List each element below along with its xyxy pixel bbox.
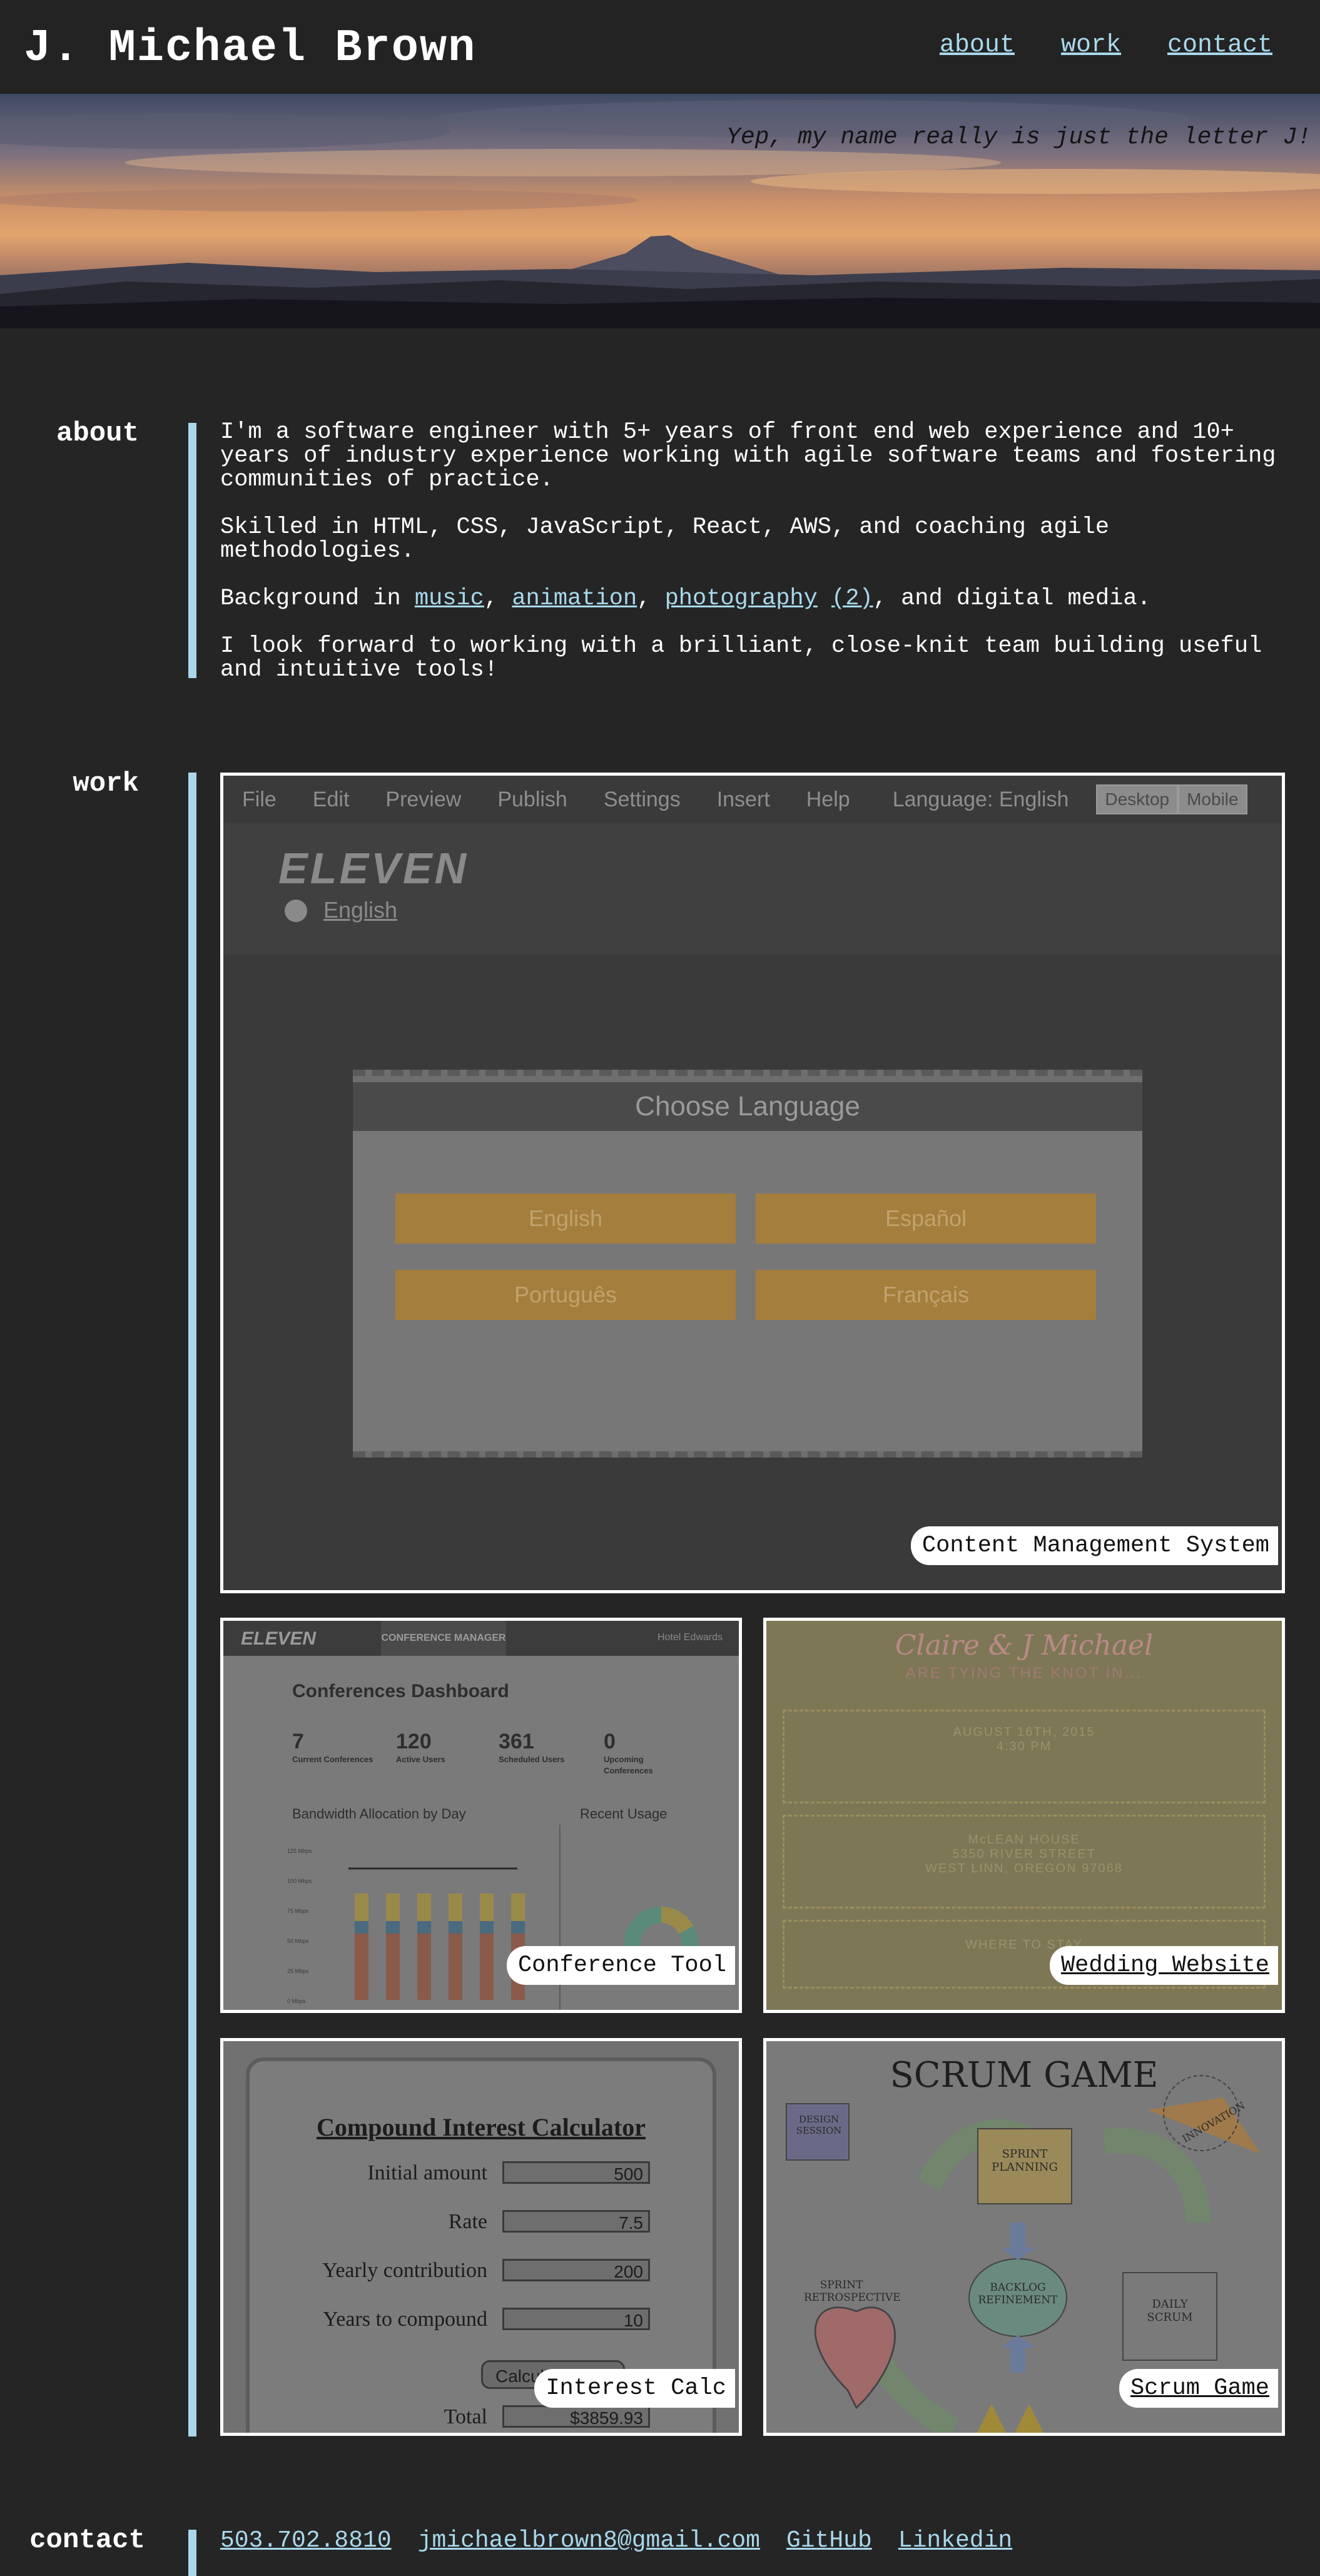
conference-project-card[interactable]: ELEVEN CONFERENCE MANAGER Hotel Edwards … xyxy=(220,1618,742,2013)
stat-scheduled-users: 361 Scheduled Users xyxy=(499,1730,565,1764)
scrum-game-project-card[interactable]: SCRUM GAME DESIGN SESSION SPRINT PLANNIN… xyxy=(763,2038,1285,2436)
conference-card-label[interactable]: Conference Tool xyxy=(506,1946,735,1985)
scrum-node-sprint-planning: SPRINT PLANNING xyxy=(992,2148,1058,2174)
cms-desktop-button: Desktop xyxy=(1096,784,1179,814)
main-nav: about work contact xyxy=(940,31,1272,59)
bandwidth-chart-title: Bandwidth Allocation by Day xyxy=(292,1806,466,1822)
hero-banner: Yep, my name really is just the letter J… xyxy=(0,94,1320,328)
eleven-logo: ELEVEN xyxy=(278,844,469,893)
wedding-subtitle: ARE TYING THE KNOT IN... xyxy=(905,1665,1143,1681)
github-link[interactable]: GitHub xyxy=(786,2527,872,2554)
calc-total-label: Total xyxy=(444,2405,487,2428)
music-link[interactable]: music xyxy=(415,586,484,612)
cms-menu-file: File xyxy=(242,787,277,811)
wedding-project-card[interactable]: Claire & J Michael ARE TYING THE KNOT IN… xyxy=(763,1618,1285,2013)
calc-label-contribution: Yearly contribution xyxy=(322,2259,487,2282)
photography-2-link[interactable]: (2) xyxy=(831,586,873,612)
background-prefix: Background in xyxy=(220,586,415,612)
conf-user-name: Hotel Edwards xyxy=(657,1632,723,1643)
about-text: I'm a software engineer with 5+ years of… xyxy=(220,420,1284,706)
wedding-card-label[interactable]: Wedding Website xyxy=(1049,1946,1278,1985)
recent-usage-title: Recent Usage xyxy=(580,1806,668,1822)
about-heading: about xyxy=(56,418,139,449)
cms-menubar: File Edit Preview Publish Settings Inser… xyxy=(223,776,1282,823)
lang-english-button: English xyxy=(395,1194,736,1244)
scrum-card-label[interactable]: Scrum Game xyxy=(1119,2369,1278,2408)
cms-menu-help: Help xyxy=(806,787,850,811)
nav-work-link[interactable]: work xyxy=(1061,31,1121,59)
background-suffix: , and digital media. xyxy=(873,586,1151,612)
stat-upcoming-conferences: 0 Upcoming Conferences xyxy=(604,1730,653,1775)
lang-espanol-button: Español xyxy=(756,1194,1096,1244)
wedding-date-box: AUGUST 16TH, 2015 4:30 PM xyxy=(783,1710,1266,1803)
calc-label-rate: Rate xyxy=(448,2210,487,2233)
calc-input-years: 10 xyxy=(502,2308,650,2330)
conf-manager-tab: CONFERENCE MANAGER xyxy=(381,1621,506,1656)
globe-icon xyxy=(285,900,307,922)
email-link[interactable]: jmichaelbrown8@gmail.com xyxy=(418,2527,760,2554)
scrum-node-daily-scrum: DAILY SCRUM xyxy=(1147,2298,1193,2324)
linkedin-link[interactable]: Linkedin xyxy=(898,2527,1012,2554)
cms-menu-publish: Publish xyxy=(497,787,567,811)
cms-menu-insert: Insert xyxy=(716,787,770,811)
cms-project-card[interactable]: File Edit Preview Publish Settings Inser… xyxy=(220,773,1285,1593)
photography-link[interactable]: photography xyxy=(665,586,818,612)
scrum-node-backlog-refinement: BACKLOG REFINEMENT xyxy=(978,2281,1058,2306)
bandwidth-y-axis: 125 Mbps 100 Mbps 75 Mbps 50 Mbps 25 Mbps 0 M… xyxy=(287,1848,312,2004)
nav-contact-link[interactable]: contact xyxy=(1167,31,1272,59)
cms-language-label: Language: English xyxy=(892,787,1069,811)
cms-menu-edit: Edit xyxy=(312,787,350,811)
phone-link[interactable]: 503.702.8810 xyxy=(220,2527,392,2554)
cms-card-label[interactable]: Content Management System xyxy=(910,1526,1278,1565)
about-paragraph-2: Skilled in HTML, CSS, JavaScript, React,… xyxy=(220,514,1110,564)
contact-links: 503.702.8810 jmichaelbrown8@gmail.com Gi… xyxy=(220,2527,1012,2554)
calc-input-contribution: 200 xyxy=(502,2259,650,2281)
calc-total-value: $3859.93 xyxy=(502,2405,650,2428)
about-paragraph-3: Background in music, animation, photogra… xyxy=(220,586,1151,612)
cms-menu-preview: Preview xyxy=(385,787,462,811)
contact-heading: contact xyxy=(29,2525,145,2556)
site-header: J. Michael Brown about work contact xyxy=(0,0,1320,94)
scrum-node-design-session: DESIGN SESSION xyxy=(796,2114,842,2136)
work-heading: work xyxy=(73,768,139,799)
conf-dashboard-title: Conferences Dashboard xyxy=(292,1681,509,1701)
about-paragraph-4: I look forward to working with a brillia… xyxy=(220,633,1262,683)
contact-accent-bar xyxy=(188,2530,196,2576)
calc-label-initial: Initial amount xyxy=(367,2161,487,2184)
modal-title: Choose Language xyxy=(353,1082,1142,1131)
lang-francais-button: Français xyxy=(756,1270,1096,1320)
animation-link[interactable]: animation xyxy=(512,586,637,612)
cms-menu-settings: Settings xyxy=(603,787,681,811)
scrum-node-sprint-retrospective: SPRINT RETROSPECTIVE xyxy=(804,2279,901,2304)
wedding-names: Claire & J Michael xyxy=(895,1630,1154,1661)
about-accent-bar xyxy=(188,423,196,678)
cms-header: ELEVEN English xyxy=(223,823,1282,955)
calc-label-years: Years to compound xyxy=(323,2308,487,2331)
hero-tagline: Yep, my name really is just the letter J… xyxy=(726,124,1311,151)
choose-language-modal: Choose Language English Español Portuguê… xyxy=(353,1070,1142,1458)
site-title: J. Michael Brown xyxy=(24,23,477,74)
calc-input-initial: 500 xyxy=(502,2161,650,2184)
nav-about-link[interactable]: about xyxy=(940,31,1015,59)
stat-active-users: 120 Active Users xyxy=(396,1730,445,1764)
stat-current-conferences: 7 Current Conferences xyxy=(292,1730,373,1764)
interest-card-label[interactable]: Interest Calc xyxy=(534,2369,735,2408)
cms-mobile-button: Mobile xyxy=(1178,784,1247,814)
calc-input-rate: 7.5 xyxy=(502,2210,650,2233)
lang-portugues-button: Português xyxy=(395,1270,736,1320)
calc-title: Compound Interest Calculator xyxy=(317,2113,646,2141)
work-accent-bar xyxy=(188,773,196,2437)
wedding-venue-box: McLEAN HOUSE 5350 RIVER STREET WEST LINN… xyxy=(783,1815,1266,1909)
interest-calc-project-card[interactable]: Compound Interest Calculator Initial amo… xyxy=(220,2038,742,2436)
conf-topbar: ELEVEN CONFERENCE MANAGER Hotel Edwards xyxy=(223,1621,739,1656)
modal-body: English Español Português Français xyxy=(353,1131,1142,1451)
conf-eleven-logo: ELEVEN xyxy=(241,1628,317,1649)
cms-language-link: English xyxy=(323,897,398,923)
about-paragraph-1: I'm a software engineer with 5+ years of… xyxy=(220,419,1276,493)
